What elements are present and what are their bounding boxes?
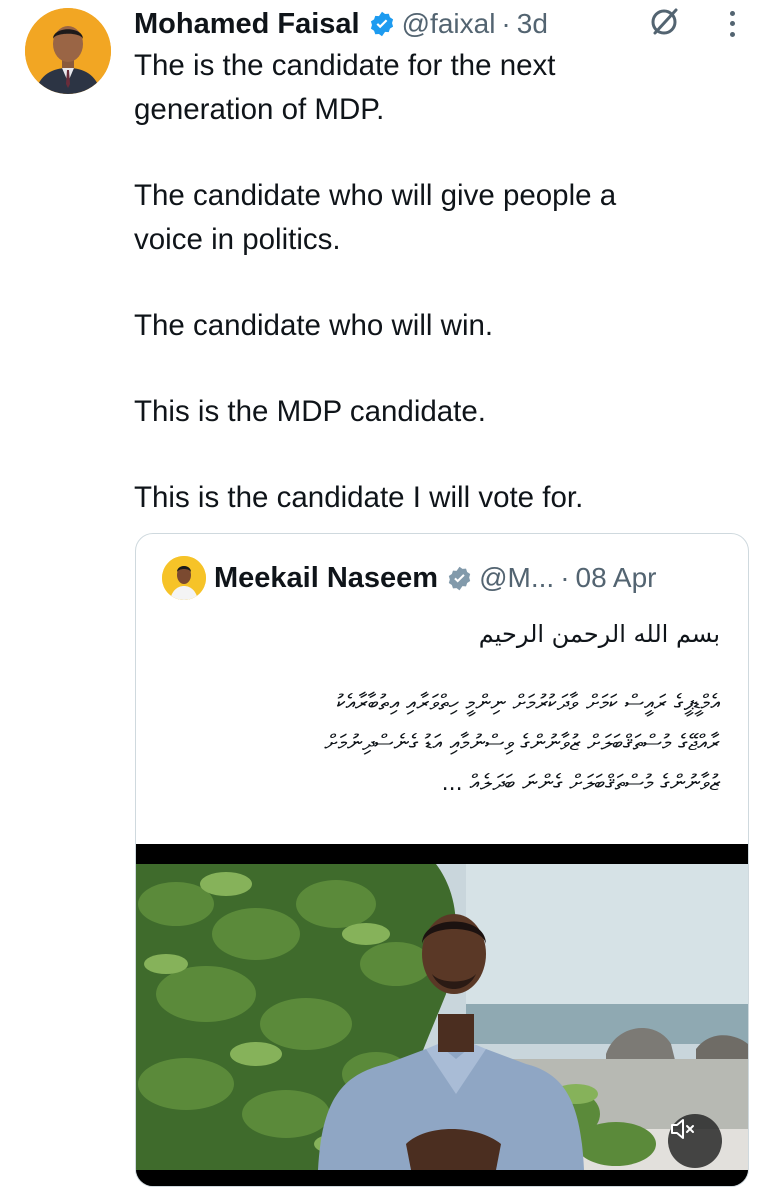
- video-frame: [136, 844, 748, 1186]
- quote-thaana-line: ރާއްޖޭގެ މުސްތަޤްބަލަށް ޒުވާނުންގެ ވިސްނ…: [324, 731, 720, 756]
- separator-dot: ·: [501, 8, 511, 39]
- grok-icon[interactable]: [648, 6, 680, 38]
- tweet-text: The is the candidate for the next genera…: [134, 44, 734, 520]
- tweet-paragraph: The candidate who will win.: [134, 309, 494, 342]
- author-handle[interactable]: @faixal: [402, 8, 496, 40]
- quote-thaana-line: ޒުވާނުންގެ މުސްތަޤްބަލަށް ގެންނަ ބަދަލެއ…: [441, 771, 720, 796]
- quote-arabic-line: بسم الله الرحمن الرحيم: [478, 620, 720, 648]
- verified-badge-icon: [368, 10, 396, 38]
- quote-header: Meekail Naseem @M... · 08 Apr: [214, 557, 656, 599]
- tweet-paragraph: The candidate who will give people a voi…: [134, 179, 617, 256]
- tweet-paragraph: This is the candidate I will vote for.: [134, 481, 584, 514]
- quote-thaana-text: އެމްޑީޕީގެ ރައީސް ކަމަށް ވާދަކުރުމަށް ނި…: [160, 684, 720, 804]
- more-icon[interactable]: [722, 8, 742, 40]
- quote-author-name[interactable]: Meekail Naseem: [214, 562, 438, 595]
- mute-icon: [671, 1119, 694, 1139]
- video-player[interactable]: [136, 844, 748, 1186]
- author-name[interactable]: Mohamed Faisal: [134, 8, 360, 41]
- separator-dot: ·: [560, 562, 570, 593]
- quote-thaana-line: އެމްޑީޕީގެ ރައީސް ކަމަށް ވާދަކުރުމަށް ނި…: [336, 691, 721, 716]
- tweet-paragraph: This is the MDP candidate.: [134, 395, 486, 428]
- quote-avatar-image: [162, 556, 206, 600]
- author-avatar[interactable]: [25, 8, 111, 94]
- quote-date[interactable]: 08 Apr: [576, 562, 657, 594]
- quote-author-avatar[interactable]: [162, 556, 206, 600]
- mute-button[interactable]: [668, 1114, 722, 1168]
- verified-badge-icon: [446, 565, 473, 592]
- tweet-paragraph: The is the candidate for the next genera…: [134, 49, 556, 126]
- quote-author-handle[interactable]: @M...: [479, 562, 554, 594]
- quoted-tweet-card[interactable]: Meekail Naseem @M... · 08 Apr بسم الله ا…: [135, 533, 749, 1187]
- tweet-age[interactable]: 3d: [517, 8, 548, 40]
- author-avatar-image: [25, 8, 111, 94]
